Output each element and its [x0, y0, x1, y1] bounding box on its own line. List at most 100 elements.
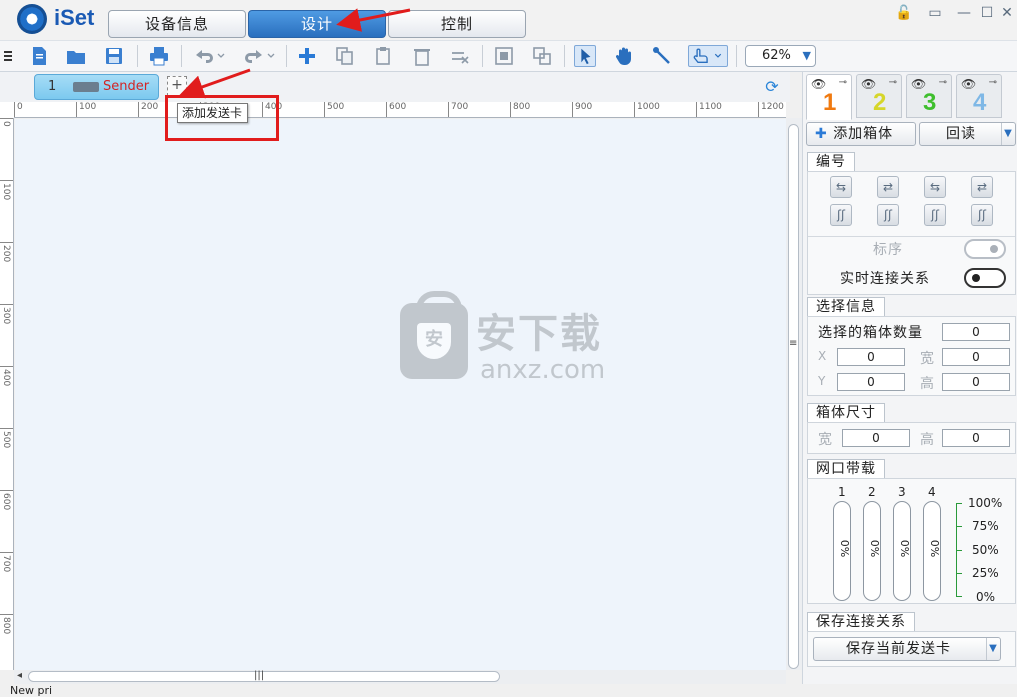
ungroup-icon[interactable] [531, 45, 553, 67]
maximize-icon[interactable]: ☐ [978, 4, 996, 22]
group-icon[interactable] [493, 45, 515, 67]
ruler-tick-label: 500 [0, 428, 13, 448]
add-sender-button[interactable]: + [167, 76, 187, 96]
ruler-tick-label: 700 [448, 102, 468, 117]
iset-logo-icon [17, 4, 47, 34]
box-width-field[interactable]: 0 [842, 429, 910, 447]
selection-title: 选择信息 [807, 297, 885, 317]
add-box-button[interactable]: ✚ 添加箱体 [806, 122, 916, 146]
zoom-select[interactable]: 62% ▼ [745, 45, 816, 67]
pin-icon[interactable]: ⊸ [839, 77, 847, 88]
tab-design[interactable]: 设计 [248, 10, 386, 38]
unlink-icon[interactable] [449, 45, 471, 67]
sender-tab[interactable]: 1 Sender 1 [34, 74, 159, 118]
tab-device-info[interactable]: 设备信息 [108, 10, 246, 38]
width-label: 宽 [920, 351, 935, 367]
layer-tab-3[interactable]: 👁 ⊸ 3 [906, 74, 952, 118]
new-file-icon[interactable] [28, 45, 50, 67]
realtime-link-toggle[interactable] [964, 268, 1006, 288]
vertical-ruler: 0 100 200 300 400 500 600 700 800 [0, 118, 14, 670]
open-folder-icon[interactable] [65, 45, 87, 67]
undo-icon[interactable] [192, 45, 226, 67]
select-pointer-icon[interactable] [574, 45, 596, 67]
box-height-label: 高 [920, 432, 935, 448]
paste-icon[interactable] [373, 45, 395, 67]
save-current-sender-button[interactable]: 保存当前发送卡 ▼ [813, 637, 1001, 661]
add-sender-tooltip: 添加发送卡 [177, 103, 248, 123]
order-lr-icon[interactable]: ⇆ [830, 176, 852, 198]
copy-icon[interactable] [334, 45, 356, 67]
tab-control[interactable]: 控制 [388, 10, 526, 38]
layer-tab-2[interactable]: 👁 ⊸ 2 [856, 74, 902, 118]
zoom-value: 62% [762, 48, 791, 63]
refresh-icon[interactable]: ⟳ [763, 78, 781, 96]
minimize-icon[interactable]: — [955, 4, 973, 22]
readback-label: 回读 [946, 126, 976, 142]
watermark-text: 安下载 [476, 311, 602, 357]
height-field[interactable]: 0 [942, 373, 1010, 391]
delete-icon[interactable] [411, 45, 433, 67]
numbering-title: 编号 [807, 152, 855, 172]
chevron-down-icon[interactable]: ▼ [1001, 123, 1015, 145]
x-field[interactable]: 0 [837, 348, 905, 366]
port-load-value: 0% [868, 539, 882, 558]
layer-number: 4 [973, 89, 987, 116]
port-load-bar: 0% [923, 501, 941, 601]
chevron-down-icon[interactable]: ▼ [986, 638, 1000, 660]
lock-icon[interactable]: 🔓 [895, 4, 913, 22]
box-height-field[interactable]: 0 [942, 429, 1010, 447]
add-icon[interactable] [296, 45, 318, 67]
order-snake-1-icon[interactable]: ʃʃ [830, 204, 852, 226]
order-lr-alt-icon[interactable]: ⇆ [924, 176, 946, 198]
height-label: 高 [920, 376, 935, 392]
ruler-tick-label: 1200 [758, 102, 784, 117]
touch-select-icon[interactable] [688, 45, 728, 67]
save-icon[interactable] [103, 45, 125, 67]
ruler-tick-label: 0 [0, 118, 13, 127]
readback-button[interactable]: 回读 ▼ [919, 122, 1016, 146]
realtime-link-label: 实时连接关系 [840, 271, 930, 287]
iset-window: iSet 设备信息 设计 控制 🔓 ▭ — ☐ ✕ 62% ▼ 1 Sender… [0, 0, 1017, 697]
port-load-bar: 0% [893, 501, 911, 601]
close-icon[interactable]: ✕ [998, 4, 1016, 22]
ruler-tick-label: 400 [0, 366, 13, 386]
order-toggle[interactable] [964, 239, 1006, 259]
vertical-scroll-thumb[interactable] [788, 124, 799, 669]
scale-label: 75% [972, 519, 999, 533]
connect-wire-icon[interactable] [651, 45, 673, 67]
layer-tab-1[interactable]: 👁 ⊸ 1 [806, 74, 852, 120]
y-field[interactable]: 0 [837, 373, 905, 391]
ruler-tick-label: 200 [138, 102, 158, 117]
scroll-left-icon[interactable]: ◂ [17, 670, 22, 681]
horizontal-scrollbar[interactable]: ◂ ||| [14, 670, 786, 684]
order-snake-4-icon[interactable]: ʃʃ [971, 204, 993, 226]
layer-tab-4[interactable]: 👁 ⊸ 4 [956, 74, 1002, 118]
grip-icon: ||| [254, 670, 265, 681]
order-snake-2-icon[interactable]: ʃʃ [877, 204, 899, 226]
pin-icon[interactable]: ⊸ [939, 77, 947, 88]
print-icon[interactable] [148, 45, 170, 67]
ruler-tick-label: 200 [0, 242, 13, 262]
scale-label: 0% [976, 590, 996, 604]
menu-icon[interactable] [2, 45, 14, 67]
ruler-tick-label: 800 [0, 614, 13, 634]
ruler-tick-label: 900 [572, 102, 592, 117]
selected-count-field: 0 [942, 323, 1010, 341]
order-rl-icon[interactable]: ⇄ [877, 176, 899, 198]
numbering-section: ⇆ ⇄ ⇆ ⇄ ʃʃ ʃʃ ʃʃ ʃʃ 标序 实时连接关系 [807, 171, 1016, 295]
pin-icon[interactable]: ⊸ [989, 77, 997, 88]
order-rl-alt-icon[interactable]: ⇄ [971, 176, 993, 198]
vertical-scrollbar[interactable]: ≡ [786, 118, 802, 670]
monitor-icon[interactable]: ▭ [926, 4, 944, 22]
order-snake-3-icon[interactable]: ʃʃ [924, 204, 946, 226]
hand-pan-icon[interactable] [613, 45, 635, 67]
plus-icon: ✚ [815, 126, 828, 142]
grip-icon: ≡ [789, 338, 798, 349]
pin-icon[interactable]: ⊸ [889, 77, 897, 88]
selection-section: 选择的箱体数量 0 X 0 宽 0 Y 0 高 0 [807, 316, 1016, 396]
toolbar: 62% ▼ [0, 40, 1017, 72]
port-number: 4 [928, 485, 936, 499]
redo-icon[interactable] [242, 45, 276, 67]
width-field[interactable]: 0 [942, 348, 1010, 366]
ruler-tick-label: 600 [386, 102, 406, 117]
